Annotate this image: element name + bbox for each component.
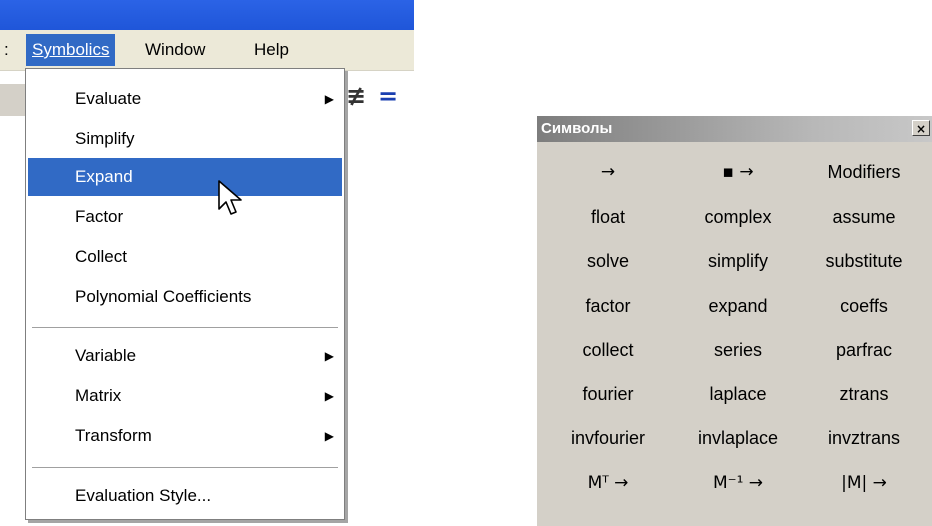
menu-item-transform[interactable]: Transform ▶ [28,417,342,455]
palette-button-substitute[interactable]: substitute [801,244,927,278]
palette-button-symbolic-eval[interactable]: → [545,155,671,189]
palette-button-modifiers[interactable]: Modifiers [801,155,927,189]
palette-button-assume[interactable]: assume [801,200,927,234]
menu-help-label: Help [254,40,289,59]
menu-window-label: Window [145,40,206,59]
palette-button-solve[interactable]: solve [545,244,671,278]
symbolics-dropdown-menu: Evaluate ▶ Simplify Expand Factor Collec… [25,68,345,520]
palette-button-simplify[interactable]: simplify [675,244,801,278]
palette-button-inverse[interactable]: M⁻¹ → [675,466,801,500]
menu-item-collect[interactable]: Collect [28,238,342,276]
menu-item-matrix[interactable]: Matrix ▶ [28,377,342,415]
palette-button-series[interactable]: series [675,333,801,367]
toolbar-icon-partial[interactable]: ≢ [346,82,366,110]
menu-item-factor[interactable]: Factor [28,198,342,236]
menu-symbolics-label: Symbolics [32,40,110,59]
menu-separator [32,327,338,329]
palette-button-expand[interactable]: expand [675,289,801,323]
menu-item-label: Matrix [75,386,122,405]
palette-button-transpose[interactable]: Mᵀ → [545,466,671,500]
menu-item-label: Evaluation Style... [75,486,212,505]
menu-item-label: Factor [75,207,124,226]
menu-item-label: Evaluate [75,89,142,108]
menu-item-label: Transform [75,426,152,445]
menu-item-variable[interactable]: Variable ▶ [28,337,342,375]
menu-item-label: Expand [75,167,133,186]
menu-item-evaluate[interactable]: Evaluate ▶ [28,80,342,118]
palette-button-float[interactable]: float [545,200,671,234]
menu-item-partial[interactable]: : [0,34,13,66]
palette-title-bar: Символы × [537,116,932,142]
palette-button-keyword-eval[interactable]: ▪ → [675,155,801,189]
menu-item-simplify[interactable]: Simplify [28,120,342,158]
submenu-arrow-icon: ▶ [324,429,334,443]
menu-item-expand[interactable]: Expand [28,158,342,196]
palette-button-complex[interactable]: complex [675,200,801,234]
menu-bar: : Symbolics Window Help [0,30,414,71]
submenu-arrow-icon: ▶ [324,92,334,106]
palette-button-invztrans[interactable]: invztrans [801,421,927,455]
submenu-arrow-icon: ▶ [324,349,334,363]
palette-button-laplace[interactable]: laplace [675,377,801,411]
menu-item-label: Collect [75,247,127,266]
menu-symbolics[interactable]: Symbolics [26,34,116,66]
palette-button-coeffs[interactable]: coeffs [801,289,927,323]
submenu-arrow-icon: ▶ [324,389,334,403]
menu-item-evaluation-style[interactable]: Evaluation Style... [28,477,342,515]
palette-title: Символы [541,120,613,137]
palette-button-collect[interactable]: collect [545,333,671,367]
menu-window[interactable]: Window [139,34,211,66]
symbols-palette: Символы × → ▪ → Modifiers float complex … [536,115,932,526]
menu-item-polynomial-coefficients[interactable]: Polynomial Coefficients [28,278,342,316]
palette-button-invlaplace[interactable]: invlaplace [675,421,801,455]
equals-icon[interactable]: = [378,82,398,110]
palette-button-fourier[interactable]: fourier [545,377,671,411]
close-icon[interactable]: × [912,120,930,136]
menu-help[interactable]: Help [248,34,295,66]
toolbar-fragment [0,84,25,116]
palette-button-ztrans[interactable]: ztrans [801,377,927,411]
menu-item-label: Polynomial Coefficients [75,287,252,306]
palette-button-factor[interactable]: factor [545,289,671,323]
menu-item-label: Variable [75,346,137,365]
palette-button-determinant[interactable]: |M| → [801,466,927,500]
menu-item-label: Simplify [75,129,135,148]
mouse-pointer-icon [218,180,242,215]
menu-separator [32,467,338,469]
palette-button-parfrac[interactable]: parfrac [801,333,927,367]
window-title-bar [0,0,414,30]
palette-button-invfourier[interactable]: invfourier [545,421,671,455]
